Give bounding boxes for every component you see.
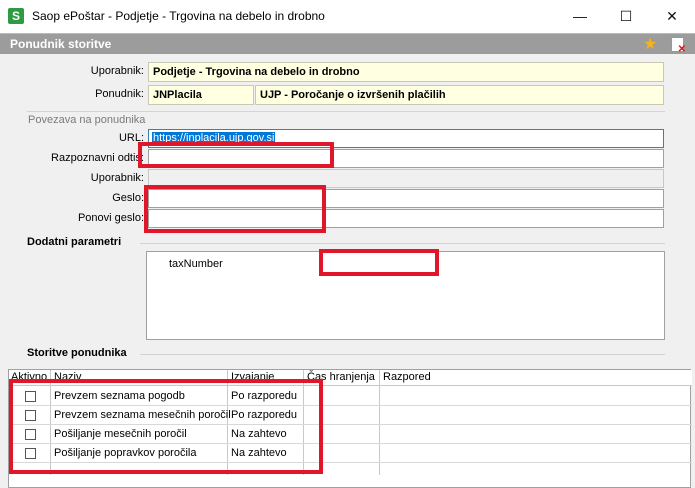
page-title: Ponudnik storitve [10,37,112,51]
uporabnik-label: Uporabnik: [90,65,144,77]
section-header: Ponudnik storitve ★ [0,33,695,55]
maximize-icon[interactable]: ☐ [603,0,649,32]
ponudnik-code: JNPlacila [148,85,254,105]
ponovi-geslo-label: Ponovi geslo: [77,212,144,224]
razpoznavni-odtis-label: Razpoznavni odtis: [51,152,144,164]
star-icon[interactable]: ★ [643,34,657,54]
close-icon[interactable]: ✕ [649,0,695,32]
highlight-box [144,185,326,233]
minimize-icon[interactable]: — [557,0,603,32]
param-name: taxNumber [169,258,223,270]
column-header-razpored[interactable]: Razpored [383,371,431,383]
params-title: Dodatni parametri [27,236,122,248]
url-label: URL: [118,132,144,144]
app-icon: S [8,8,24,24]
highlight-box [9,379,323,474]
close-doc-icon[interactable] [671,37,686,55]
window-title: Saop ePoštar - Podjetje - Trgovina na de… [32,9,325,23]
services-title: Storitve ponudnika [27,347,127,359]
uporabnik-value: Podjetje - Trgovina na debelo in drobno [148,62,664,82]
divider [27,111,665,112]
divider [140,354,665,355]
geslo-label: Geslo: [112,192,144,204]
connection-uporabnik-label: Uporabnik: [90,172,144,184]
highlight-box [138,142,334,168]
title-bar: S Saop ePoštar - Podjetje - Trgovina na … [0,0,695,32]
ponudnik-name: UJP - Poročanje o izvršenih plačilih [255,85,664,105]
connection-group-label: Povezava na ponudnika [28,114,146,126]
main-panel: Uporabnik: Podjetje - Trgovina na debelo… [0,54,695,488]
ponudnik-label: Ponudnik: [95,88,144,100]
divider [140,243,665,244]
highlight-box [319,249,439,276]
